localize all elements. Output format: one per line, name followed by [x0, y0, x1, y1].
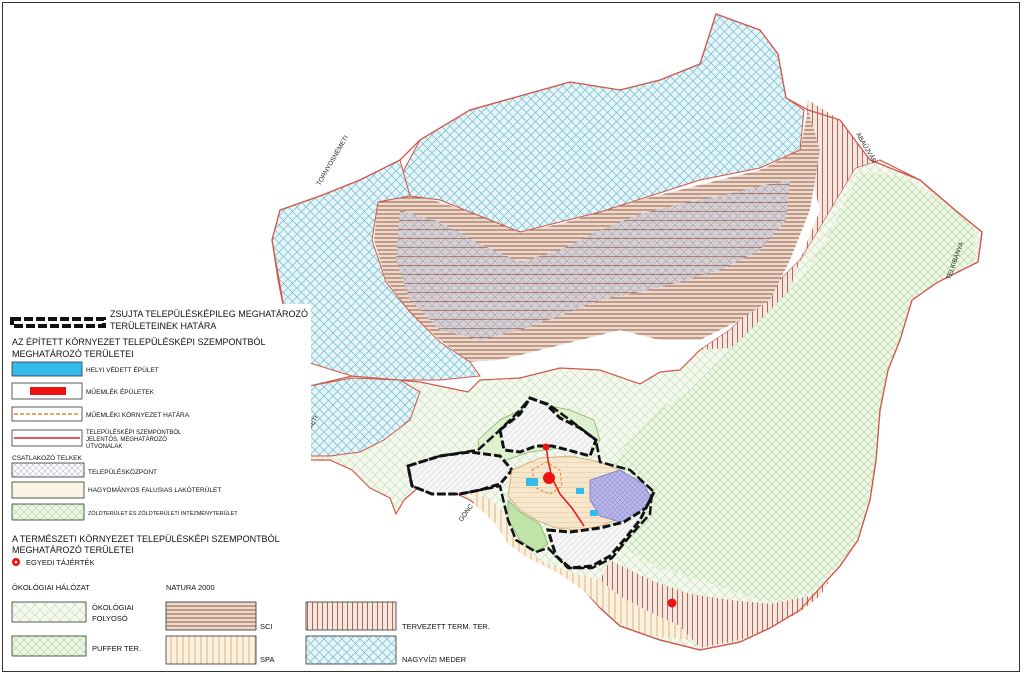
legend-swatch-eco-corridor	[11, 601, 87, 623]
legend-label-eco-corridor-1: ÖKOLÓGIAI	[92, 603, 134, 612]
legend-label-centre: TELEPÜLÉSKÖZPONT	[88, 467, 157, 476]
viewpoint-marker	[667, 598, 677, 608]
legend-swatch-traditional	[11, 481, 85, 499]
legend-label-traditional: HAGYOMÁNYOS FALUSIAS LAKÓTERÜLET	[88, 485, 221, 494]
place-label-gonc: GÖNC	[457, 502, 475, 523]
legend-swatch-boundary	[10, 317, 106, 328]
legend-label-monument-env: MŰEMLÉKI KÖRNYEZET HATÁRA	[86, 410, 190, 419]
legend-label-buffer: PUFFER TER.	[92, 644, 141, 653]
map-canvas: TORNYOSNÉMETI ABAÚJVÁR TELKIBÁNYA TORNYO…	[6, 13, 983, 668]
local-protected-building	[576, 488, 584, 494]
legend-label-green: ZÖLDTERÜLET ÉS ZÖLDTERÜLETI INTÉZMÉNYTER…	[88, 510, 238, 517]
legend-swatch-buffer	[11, 635, 87, 657]
legend-swatch-viewpoint-dot	[14, 560, 18, 564]
legend-label-sci: SCI	[260, 622, 273, 631]
legend-swatch-green	[11, 503, 85, 521]
legend-label-routes-1: TELEPÜLÉSKÉPI SZEMPONTBÓL	[86, 429, 182, 436]
legend-heading-natural-1: A TERMÉSZETI KÖRNYEZET TELEPÜLÉSKÉPI SZE…	[12, 534, 280, 544]
monument-building	[542, 443, 550, 451]
local-protected-building	[590, 510, 598, 516]
legend-swatch-planned	[305, 601, 397, 631]
local-protected-building	[526, 478, 538, 486]
legend-label-floodbed: NAGYVÍZI MEDER	[402, 655, 467, 664]
legend-heading-eco: ÖKOLÓGIAI HÁLÓZAT	[12, 583, 90, 592]
legend-swatch-floodbed	[305, 635, 397, 665]
monument-building	[543, 472, 555, 484]
legend-swatch-monument	[30, 387, 66, 395]
legend-label-routes-2: JELENTŐS, MEGHATÁROZÓ	[86, 436, 167, 443]
legend-label-viewpoint: EGYEDI TÁJÉRTÉK	[26, 558, 95, 567]
legend-label-boundary-2: TERÜLETEINEK HATÁRA	[110, 321, 216, 331]
legend-label-planned: TERVEZETT TERM. TER.	[402, 622, 490, 631]
legend-label-local-protected: HELYI VÉDETT ÉPÜLET	[86, 365, 159, 374]
legend-heading-natural-2: MEGHATÁROZÓ TERÜLETEI	[12, 545, 134, 555]
legend-label-routes-3: ÚTVONALAK	[86, 443, 122, 450]
legend-heading-built-2: MEGHATÁROZÓ TERÜLETEI	[12, 349, 134, 359]
legend-label-monument: MŰEMLÉK ÉPÜLETEK	[86, 387, 155, 396]
legend-label-spa: SPA	[260, 655, 274, 664]
place-label-tornyosnemeti: TORNYOSNÉMETI	[314, 133, 350, 187]
legend-swatch-spa	[165, 635, 257, 665]
legend-swatch-centre	[11, 462, 85, 478]
legend-label-boundary-1: ZSUJTA TELEPÜLÉSKÉPILEG MEGHATÁROZÓ	[110, 309, 308, 319]
legend-swatch-local-protected	[11, 361, 83, 377]
legend-swatch-sci	[165, 601, 257, 631]
legend-heading-built-1: AZ ÉPÍTETT KÖRNYEZET TELEPÜLÉSKÉPI SZEMP…	[12, 337, 266, 347]
legend-label-attached: CSATLAKOZÓ TELKEK	[12, 453, 83, 462]
legend-label-eco-corridor-2: FOLYOSÓ	[92, 614, 128, 623]
legend-heading-natura: NATURA 2000	[166, 583, 215, 592]
